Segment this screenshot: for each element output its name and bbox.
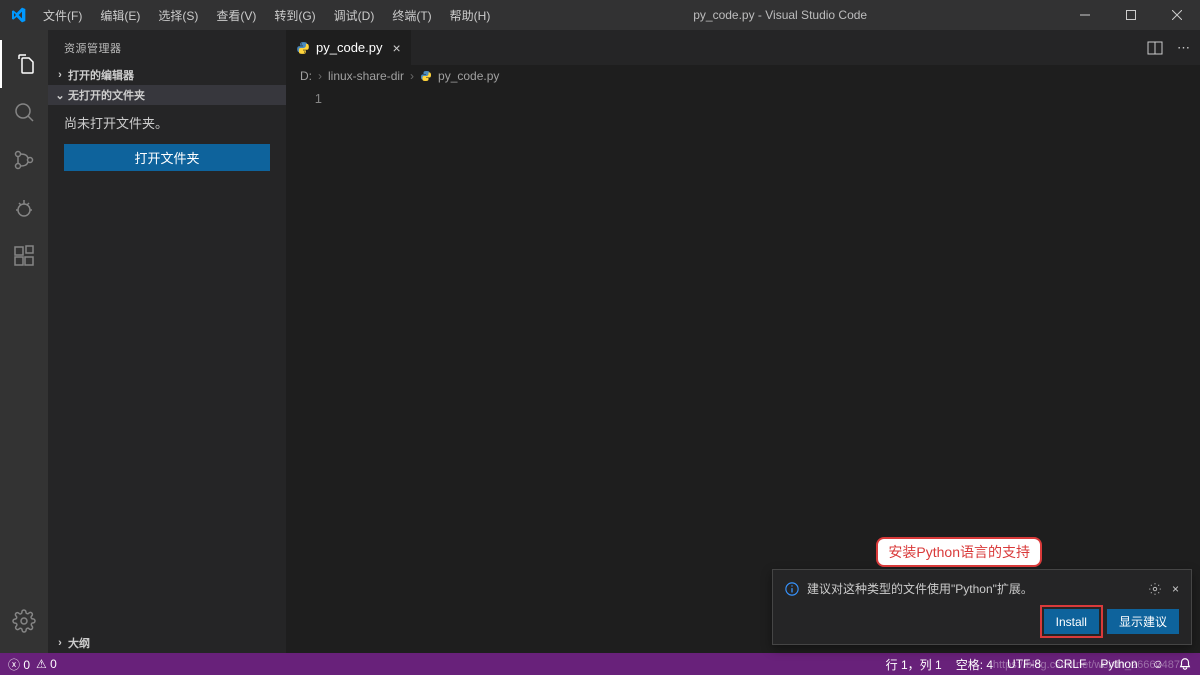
open-folder-button[interactable]: 打开文件夹 <box>64 144 270 171</box>
maximize-button[interactable] <box>1108 0 1154 30</box>
tab-label: py_code.py <box>316 40 383 55</box>
chevron-right-icon: › <box>410 69 414 83</box>
section-label: 打开的编辑器 <box>68 67 134 83</box>
breadcrumb-file[interactable]: py_code.py <box>438 69 499 83</box>
close-button[interactable] <box>1154 0 1200 30</box>
menu-selection[interactable]: 选择(S) <box>150 3 206 28</box>
source-control-icon[interactable] <box>0 136 48 184</box>
section-outline[interactable]: › 大纲 <box>48 633 286 653</box>
debug-icon[interactable] <box>0 184 48 232</box>
errors-icon[interactable]: ⓧ 0 <box>8 656 30 673</box>
chevron-right-icon: › <box>52 69 68 81</box>
gear-icon[interactable] <box>1148 582 1162 596</box>
section-open-editors[interactable]: › 打开的编辑器 <box>48 65 286 85</box>
sidebar-body: 尚未打开文件夹。 打开文件夹 <box>48 105 286 179</box>
notification-toast: 建议对这种类型的文件使用"Python"扩展。 × Install 显示建议 <box>772 569 1192 645</box>
annotation-bubble: 安装Python语言的支持 <box>876 537 1042 567</box>
settings-gear-icon[interactable] <box>0 597 48 645</box>
show-recommendations-button[interactable]: 显示建议 <box>1107 609 1179 634</box>
status-eol[interactable]: CRLF <box>1055 657 1086 671</box>
vscode-logo-icon <box>0 7 35 23</box>
status-language[interactable]: Python <box>1100 657 1137 671</box>
notifications-icon[interactable] <box>1178 657 1192 671</box>
menu-edit[interactable]: 编辑(E) <box>92 3 148 28</box>
activity-bar <box>0 30 48 653</box>
section-label: 大纲 <box>68 635 90 651</box>
title-bar: 文件(F) 编辑(E) 选择(S) 查看(V) 转到(G) 调试(D) 终端(T… <box>0 0 1200 30</box>
breadcrumb-drive[interactable]: D: <box>300 69 312 83</box>
menu-debug[interactable]: 调试(D) <box>326 3 383 28</box>
editor-actions: ⋯ <box>1147 30 1200 65</box>
menu-file[interactable]: 文件(F) <box>35 3 90 28</box>
warnings-icon[interactable]: ⚠ 0 <box>36 657 57 671</box>
explorer-sidebar: 资源管理器 › 打开的编辑器 ⌄ 无打开的文件夹 尚未打开文件夹。 打开文件夹 … <box>48 30 286 653</box>
install-button[interactable]: Install <box>1044 609 1099 634</box>
editor-area: py_code.py × ⋯ D: › linux-share-dir › py… <box>286 30 1200 653</box>
no-folder-message: 尚未打开文件夹。 <box>64 113 270 132</box>
search-icon[interactable] <box>0 88 48 136</box>
feedback-icon[interactable]: ☺ <box>1152 657 1164 671</box>
menu-terminal[interactable]: 终端(T) <box>384 3 439 28</box>
sidebar-title: 资源管理器 <box>48 30 286 65</box>
chevron-right-icon: › <box>318 69 322 83</box>
python-file-icon <box>420 70 432 82</box>
extensions-icon[interactable] <box>0 232 48 280</box>
status-indent[interactable]: 空格: 4 <box>956 656 993 673</box>
breadcrumb[interactable]: D: › linux-share-dir › py_code.py <box>286 65 1200 87</box>
chevron-down-icon: ⌄ <box>52 89 68 102</box>
status-bar: ⓧ 0 ⚠ 0 行 1，列 1 空格: 4 UTF-8 CRLF Python … <box>0 653 1200 675</box>
window-controls <box>1062 0 1200 30</box>
main-menu: 文件(F) 编辑(E) 选择(S) 查看(V) 转到(G) 调试(D) 终端(T… <box>35 3 498 28</box>
info-icon <box>785 582 799 596</box>
section-label: 无打开的文件夹 <box>68 87 145 103</box>
tab-py-code[interactable]: py_code.py × <box>286 30 411 65</box>
menu-view[interactable]: 查看(V) <box>208 3 264 28</box>
chevron-right-icon: › <box>52 637 68 649</box>
tab-close-icon[interactable]: × <box>393 40 401 56</box>
menu-help[interactable]: 帮助(H) <box>442 3 499 28</box>
more-actions-icon[interactable]: ⋯ <box>1177 40 1190 56</box>
line-gutter: 1 <box>286 87 336 653</box>
section-no-folder[interactable]: ⌄ 无打开的文件夹 <box>48 85 286 105</box>
editor-tabs: py_code.py × ⋯ <box>286 30 1200 65</box>
explorer-icon[interactable] <box>0 40 48 88</box>
split-editor-icon[interactable] <box>1147 40 1163 56</box>
close-icon[interactable]: × <box>1172 582 1179 596</box>
menu-go[interactable]: 转到(G) <box>266 3 323 28</box>
breadcrumb-folder[interactable]: linux-share-dir <box>328 69 404 83</box>
status-cursor[interactable]: 行 1，列 1 <box>886 656 942 673</box>
notification-message: 建议对这种类型的文件使用"Python"扩展。 <box>807 580 1033 597</box>
python-file-icon <box>296 41 310 55</box>
minimize-button[interactable] <box>1062 0 1108 30</box>
line-number: 1 <box>286 91 322 106</box>
window-title: py_code.py - Visual Studio Code <box>498 8 1062 22</box>
status-encoding[interactable]: UTF-8 <box>1007 657 1041 671</box>
